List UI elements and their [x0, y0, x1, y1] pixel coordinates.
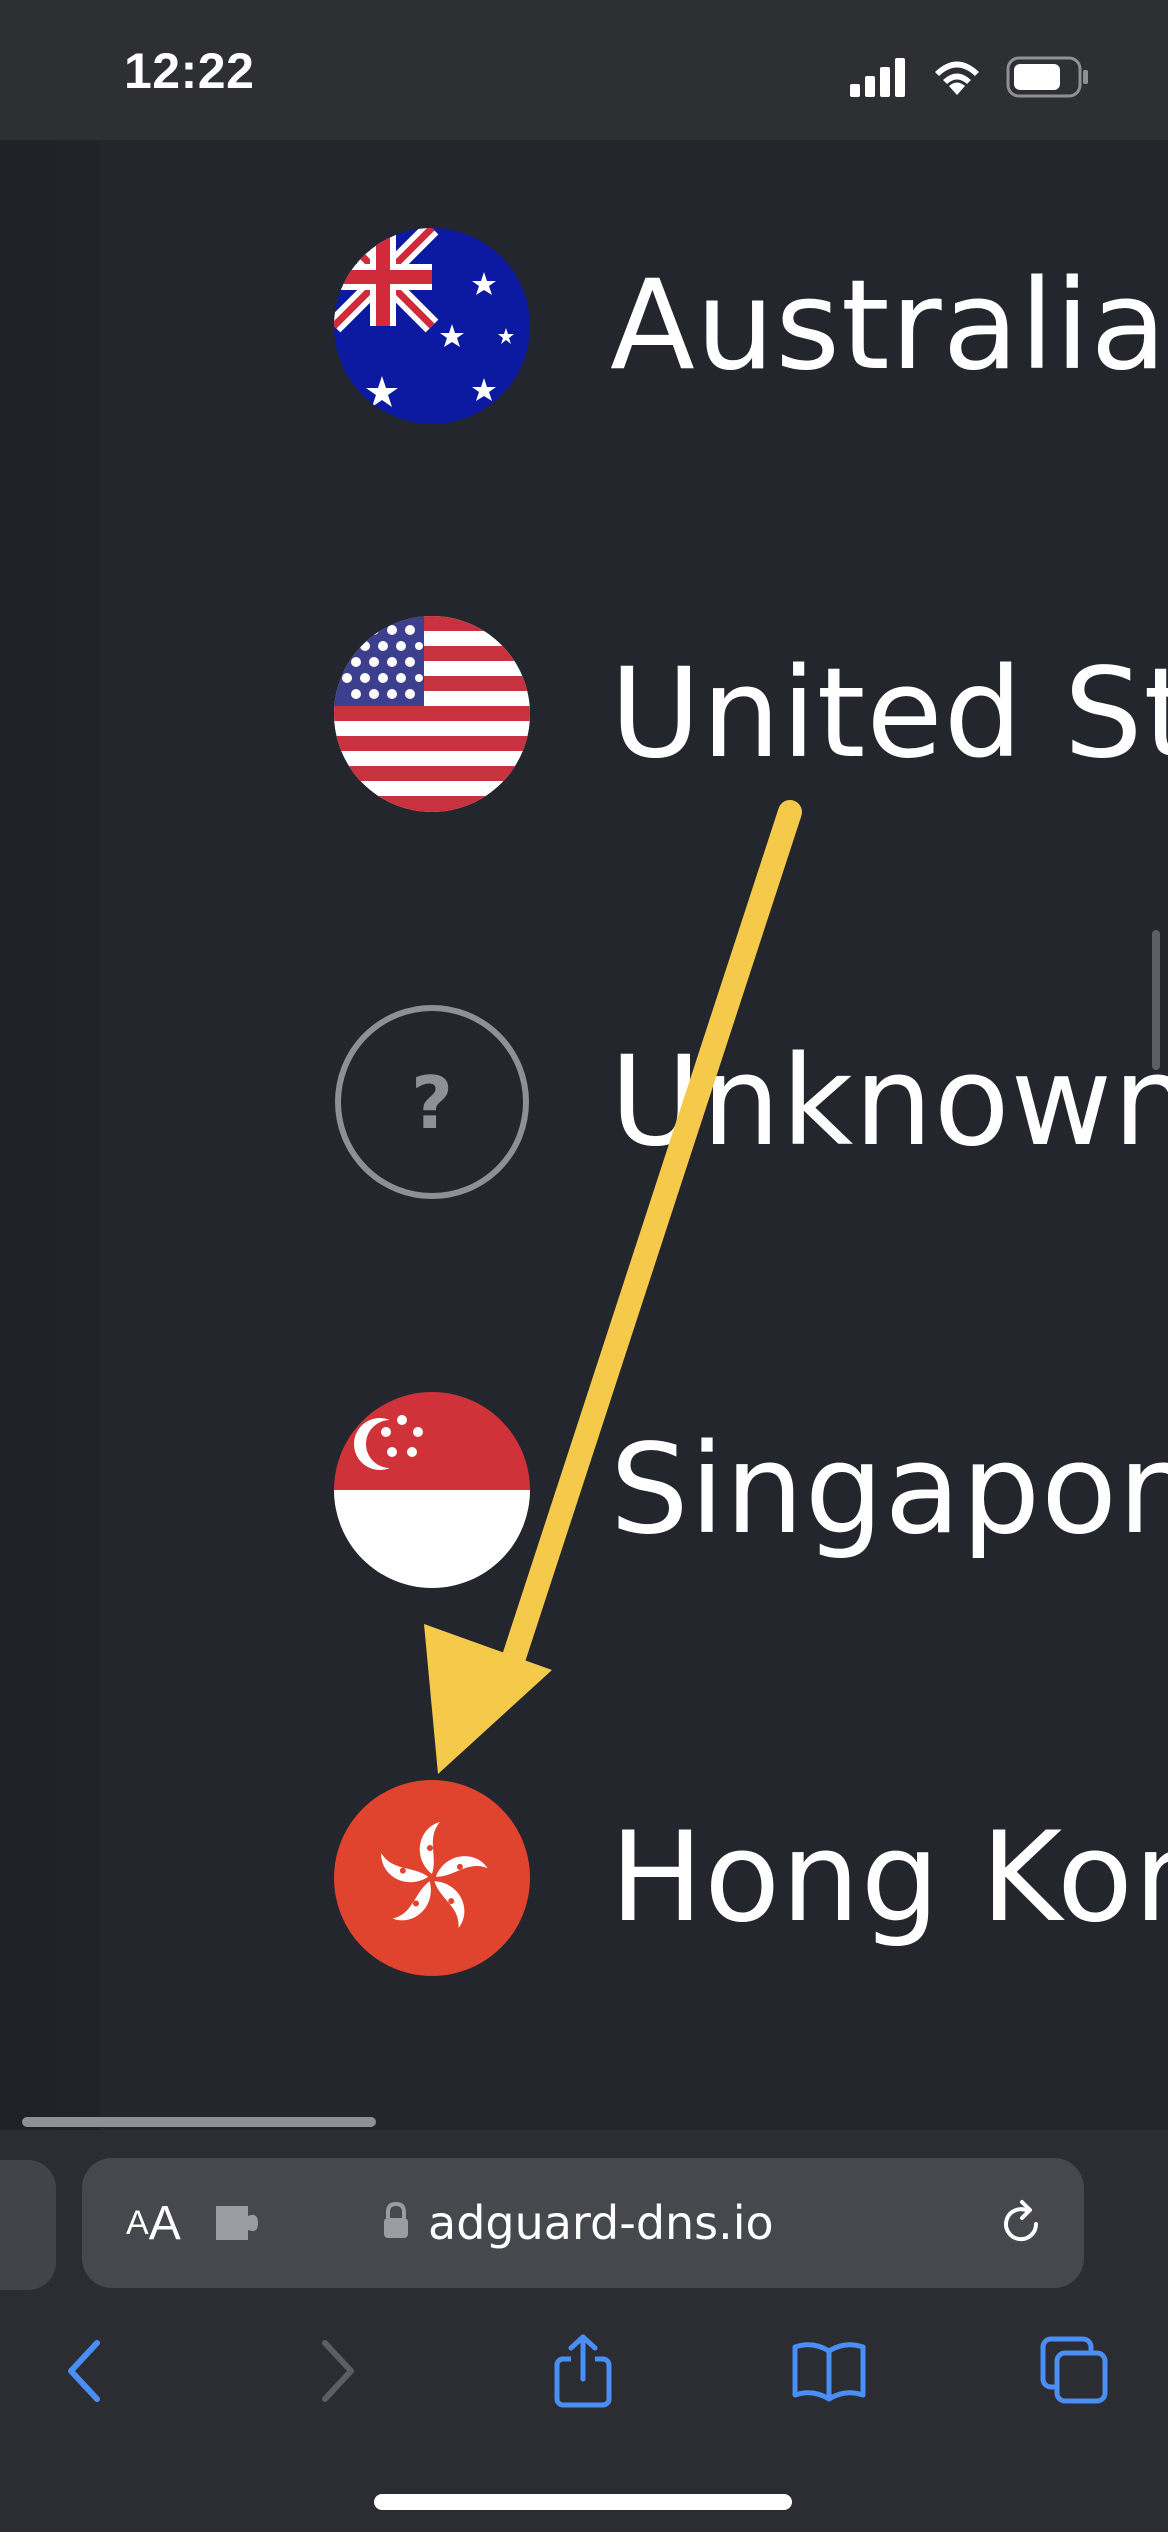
previous-tab-preview[interactable] [0, 2160, 56, 2290]
url-display[interactable]: adguard-dns.io [382, 2158, 774, 2288]
vertical-scrollbar[interactable] [1152, 930, 1160, 1070]
svg-text:?: ? [411, 1061, 453, 1145]
battery-icon [1006, 56, 1090, 102]
tabs-button[interactable] [1030, 2318, 1120, 2428]
united-states-flag-icon [334, 616, 530, 812]
singapore-flag-icon [334, 1392, 530, 1588]
forward-button[interactable] [292, 2318, 382, 2428]
country-name: United St [610, 642, 1168, 786]
left-sidebar-edge [0, 140, 100, 2130]
lock-icon [382, 2201, 410, 2244]
question-mark-icon: ? [334, 1004, 530, 1200]
extension-puzzle-icon[interactable] [212, 2200, 264, 2250]
address-bar[interactable]: A A adguard-dns.io [82, 2158, 1084, 2288]
cellular-signal-icon [850, 57, 908, 101]
country-row-united-states[interactable]: United St [334, 616, 1168, 812]
back-button[interactable] [40, 2318, 130, 2428]
country-name: Hong Kon [610, 1806, 1168, 1950]
browser-bottom-bar: A A adguard-dns.io [0, 2130, 1168, 2532]
country-row-singapore[interactable]: Singapor [334, 1392, 1168, 1588]
forward-icon [317, 2339, 357, 2407]
hong-kong-flag-icon [334, 1780, 530, 1976]
web-page: Australia United St ? Unknown Singapor H… [0, 140, 1168, 2130]
tabs-icon [1039, 2335, 1111, 2411]
back-icon [65, 2339, 105, 2407]
share-button[interactable] [538, 2318, 628, 2428]
country-name: Singapor [610, 1418, 1168, 1562]
reload-icon[interactable] [996, 2198, 1046, 2252]
share-icon [551, 2333, 615, 2413]
country-row-unknown[interactable]: ? Unknown [334, 1004, 1168, 1200]
country-row-hong-kong[interactable]: Hong Kon [334, 1780, 1168, 1976]
browser-toolbar [0, 2318, 1168, 2428]
status-icons [850, 56, 1090, 102]
url-text: adguard-dns.io [428, 2196, 774, 2250]
country-name: Australia [610, 254, 1168, 398]
text-size-button[interactable]: A A [126, 2158, 181, 2288]
wifi-icon [930, 57, 984, 101]
status-bar: 12:22 [0, 0, 1168, 140]
home-indicator[interactable] [374, 2494, 792, 2510]
australia-flag-icon [334, 228, 530, 424]
status-time: 12:22 [124, 43, 255, 99]
horizontal-scrollbar[interactable] [22, 2117, 376, 2127]
country-row-australia[interactable]: Australia [334, 228, 1168, 424]
bookmarks-button[interactable] [784, 2318, 874, 2428]
country-name: Unknown [610, 1030, 1168, 1174]
bookmarks-icon [791, 2339, 867, 2407]
